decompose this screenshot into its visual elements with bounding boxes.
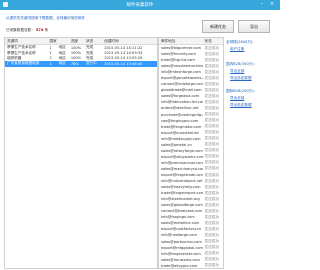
count-unit: 条: [44, 28, 49, 32]
app-window: 邮件采集软件 – × 从提供的关键词搜索下载数据，全球最好用的邮件 已采集数据总…: [0, 0, 280, 270]
minimize-button[interactable]: –: [258, 1, 266, 8]
task-row[interactable]: 摩擦生产技术名称 1 地区 100% 完成 2015-05-14 14:11:22: [5, 45, 157, 51]
intl-export-all-link[interactable]: 导出全部: [230, 96, 278, 101]
intl-export-selected-link[interactable]: 导出选定数据: [230, 103, 278, 108]
add-task-button[interactable]: 新建任务: [202, 20, 234, 33]
task-cell: 广东省贸易数据制造: [5, 61, 48, 67]
domestic-export-all-link[interactable]: 导出全部: [230, 69, 278, 74]
task-row[interactable]: 广东省贸易数据制造 1 地区 78% 进行中 2015-05-14 13:48:40: [5, 61, 157, 67]
count-bar: 已采集数据总数： 374 条: [6, 28, 48, 33]
task-cell: 2015-05-14 13:48:40: [102, 61, 157, 67]
count-value: 374: [35, 28, 44, 32]
export-button[interactable]: 导出: [238, 20, 270, 33]
task-table: 关键词 国家 进度 状态 创建时间 摩擦生产技术名称 1 地区 100% 完成 2015-…: [4, 37, 158, 269]
title-bar: 邮件采集软件 – ×: [0, 0, 280, 10]
task-cell: 进行中: [84, 61, 103, 67]
right-panel: 全球搜(2640万): 用户注册 国内B2B(350万): 导出全部 导出选定数…: [226, 40, 278, 110]
count-label: 已采集数据总数：: [6, 28, 35, 32]
close-button[interactable]: ×: [268, 1, 276, 8]
intl-b2b-title: 国际B2B(200万):: [226, 89, 255, 93]
email-table: 邮件地址 状态 sales@bigpartner.com 发送成功 sales@fr…: [158, 37, 224, 269]
email-address: trade@alloypro.com: [161, 263, 198, 268]
task-cell: 78%: [68, 61, 84, 67]
domestic-b2b-title: 国内B2B(350万):: [226, 62, 255, 66]
task-row[interactable]: 摩擦生产技术名称 1 地区 100% 完成 2015-05-14 14:09:33: [5, 50, 157, 56]
hint-text: 从提供的关键词搜索下载数据，全球最好用的邮件: [6, 16, 86, 20]
email-status: 发送成功: [204, 263, 219, 268]
email-row[interactable]: trade@alloypro.com 发送成功: [159, 263, 223, 268]
window-title: 邮件采集软件: [126, 3, 154, 8]
register-link[interactable]: 用户注册: [230, 47, 278, 52]
task-cell: 1: [47, 61, 57, 67]
global-search-title: 全球搜(2640万):: [226, 40, 254, 44]
domestic-export-selected-link[interactable]: 导出选定数据: [230, 76, 278, 81]
task-cell: 地区: [56, 61, 69, 67]
